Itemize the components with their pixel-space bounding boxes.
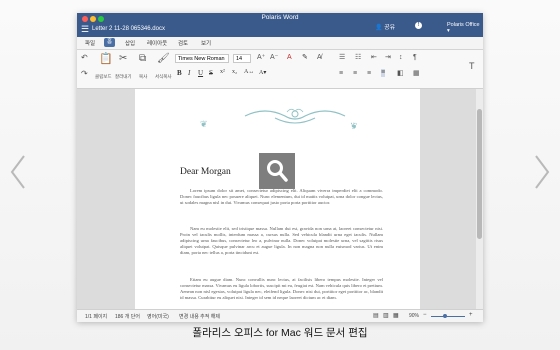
tab-insert[interactable]: 삽입: [125, 39, 135, 47]
outline-view-icon[interactable]: ▦: [393, 312, 399, 319]
zoom-out-icon[interactable]: −: [423, 312, 427, 318]
chevron-right-icon: [535, 155, 550, 189]
grow-font-icon[interactable]: A⁺: [257, 54, 265, 62]
paste-icon[interactable]: 📋: [99, 54, 113, 65]
bullet-list-icon[interactable]: ☰: [339, 54, 345, 62]
print-layout-view-icon[interactable]: ▤: [373, 312, 379, 319]
bold-button[interactable]: B: [177, 69, 182, 77]
tab-review[interactable]: 검토: [178, 39, 188, 47]
highlight-icon[interactable]: ✎: [302, 54, 308, 62]
document-tab[interactable]: Letter 2 11-28 065346.docx: [92, 25, 165, 34]
zoom-slider-handle[interactable]: [443, 314, 447, 318]
ribbon-toolbar: ↶ ↷ 📋 클립보드 ✂ 잘라내기 ⧉ 복사 🖌 서식복사 Times New …: [77, 50, 483, 89]
redo-icon[interactable]: ↷: [81, 70, 88, 78]
body-paragraph[interactable]: Lorem ipsum dolor sit amet, consectetur …: [180, 188, 383, 206]
app-window: Polaris Word ☰ Letter 2 11-28 065346.doc…: [77, 13, 483, 322]
page-count: 1/1 페이지: [85, 314, 108, 320]
ribbon-tabs: 파일 홈 삽입 레이아웃 검토 보기: [77, 37, 483, 50]
decrease-indent-icon[interactable]: ⇤: [371, 54, 377, 62]
scrollbar-thumb[interactable]: [477, 109, 482, 239]
word-count: 186 개 단어: [115, 314, 140, 320]
font-family-select[interactable]: Times New Roman: [175, 54, 229, 63]
title-bar: Polaris Word ☰ Letter 2 11-28 065346.doc…: [77, 13, 483, 37]
clear-format-icon[interactable]: A̸: [317, 54, 322, 62]
web-layout-view-icon[interactable]: ▥: [383, 312, 389, 319]
shading-icon[interactable]: ◧: [397, 70, 404, 78]
share-user-icon: 👤: [375, 25, 383, 31]
tab-layout[interactable]: 레이아웃: [147, 39, 167, 47]
char-spacing-button[interactable]: A↔: [244, 69, 254, 75]
status-bar: 1/1 페이지 186 개 단어 영어(미국) 변경 내용 추적 해제 ▤ ▥ …: [77, 309, 483, 322]
leaf-ornament-icon: ❦: [200, 119, 208, 129]
cut-label: 잘라내기: [115, 74, 132, 79]
magnifier-icon: [267, 160, 288, 182]
body-paragraph[interactable]: Etiam eu augue diam. Nunc convallis nunc…: [180, 277, 383, 301]
zoom-slider[interactable]: [431, 316, 465, 317]
align-center-icon[interactable]: ≡: [353, 70, 357, 78]
track-changes-status[interactable]: 변경 내용 추적 해제: [179, 313, 220, 320]
share-button[interactable]: 👤 공유: [375, 22, 395, 31]
text-effect-button[interactable]: A▾: [259, 69, 266, 76]
underline-button[interactable]: U: [198, 69, 203, 77]
body-paragraph[interactable]: Nam eu molestie elit, sed tristique mass…: [180, 226, 383, 256]
chevron-left-icon: [10, 155, 25, 189]
next-slide-button[interactable]: [532, 152, 552, 192]
font-color-icon[interactable]: A: [287, 54, 292, 62]
increase-indent-icon[interactable]: ⇥: [385, 54, 391, 62]
hamburger-menu-icon[interactable]: ☰: [81, 25, 89, 34]
leaf-ornament-icon: ❦: [350, 121, 358, 131]
shrink-font-icon[interactable]: A⁻: [270, 54, 278, 62]
letter-greeting[interactable]: Dear Morgan: [180, 167, 231, 177]
polaris-office-button[interactable]: Polaris Office ▾: [447, 22, 483, 34]
align-left-icon[interactable]: ≡: [339, 70, 343, 78]
styles-icon[interactable]: T: [469, 62, 475, 71]
app-title: Polaris Word: [261, 14, 299, 21]
slide-caption: 폴라리스 오피스 for Mac 워드 문서 편집: [192, 327, 368, 339]
line-spacing-icon[interactable]: ↕: [399, 54, 403, 62]
zoom-level[interactable]: 90%: [409, 313, 419, 319]
slide-stage: Polaris Word ☰ Letter 2 11-28 065346.doc…: [0, 0, 560, 350]
strikethrough-button[interactable]: S: [209, 69, 213, 77]
subscript-button[interactable]: x₂: [232, 69, 237, 75]
document-page[interactable]: ❦ ❦ Dear Morgan Lorem ipsum dolor sit am…: [135, 89, 420, 309]
align-justify-icon[interactable]: ≡: [381, 69, 386, 77]
vertical-scrollbar[interactable]: [476, 89, 483, 309]
align-right-icon[interactable]: ≡: [367, 70, 371, 78]
undo-icon[interactable]: ↶: [81, 54, 88, 62]
cut-icon[interactable]: ✂: [119, 54, 127, 64]
language-indicator[interactable]: 영어(미국): [147, 313, 169, 320]
font-size-select[interactable]: 14: [233, 54, 251, 63]
info-icon[interactable]: !: [415, 22, 422, 29]
zoom-magnifier-button[interactable]: [259, 153, 295, 189]
numbered-list-icon[interactable]: ☷: [355, 54, 361, 62]
prev-slide-button[interactable]: [8, 152, 28, 192]
copy-icon[interactable]: ⧉: [139, 54, 146, 64]
tab-file[interactable]: 파일: [85, 39, 95, 47]
document-canvas: ❦ ❦ Dear Morgan Lorem ipsum dolor sit am…: [77, 89, 483, 309]
tab-home[interactable]: 홈: [104, 38, 116, 47]
borders-icon[interactable]: ▦: [413, 70, 420, 78]
format-painter-icon[interactable]: 🖌: [157, 54, 170, 64]
clipboard-label: 클립보드: [95, 74, 112, 79]
format-painter-label: 서식복사: [155, 74, 172, 79]
copy-label: 복사: [139, 74, 148, 79]
tab-view[interactable]: 보기: [201, 39, 211, 47]
superscript-button[interactable]: x²: [220, 69, 225, 75]
italic-button[interactable]: I: [188, 69, 190, 77]
zoom-in-icon[interactable]: +: [469, 312, 473, 318]
share-label: 공유: [384, 25, 396, 31]
ornament-header-icon: [244, 108, 346, 124]
paragraph-mark-icon[interactable]: ¶: [413, 54, 417, 62]
